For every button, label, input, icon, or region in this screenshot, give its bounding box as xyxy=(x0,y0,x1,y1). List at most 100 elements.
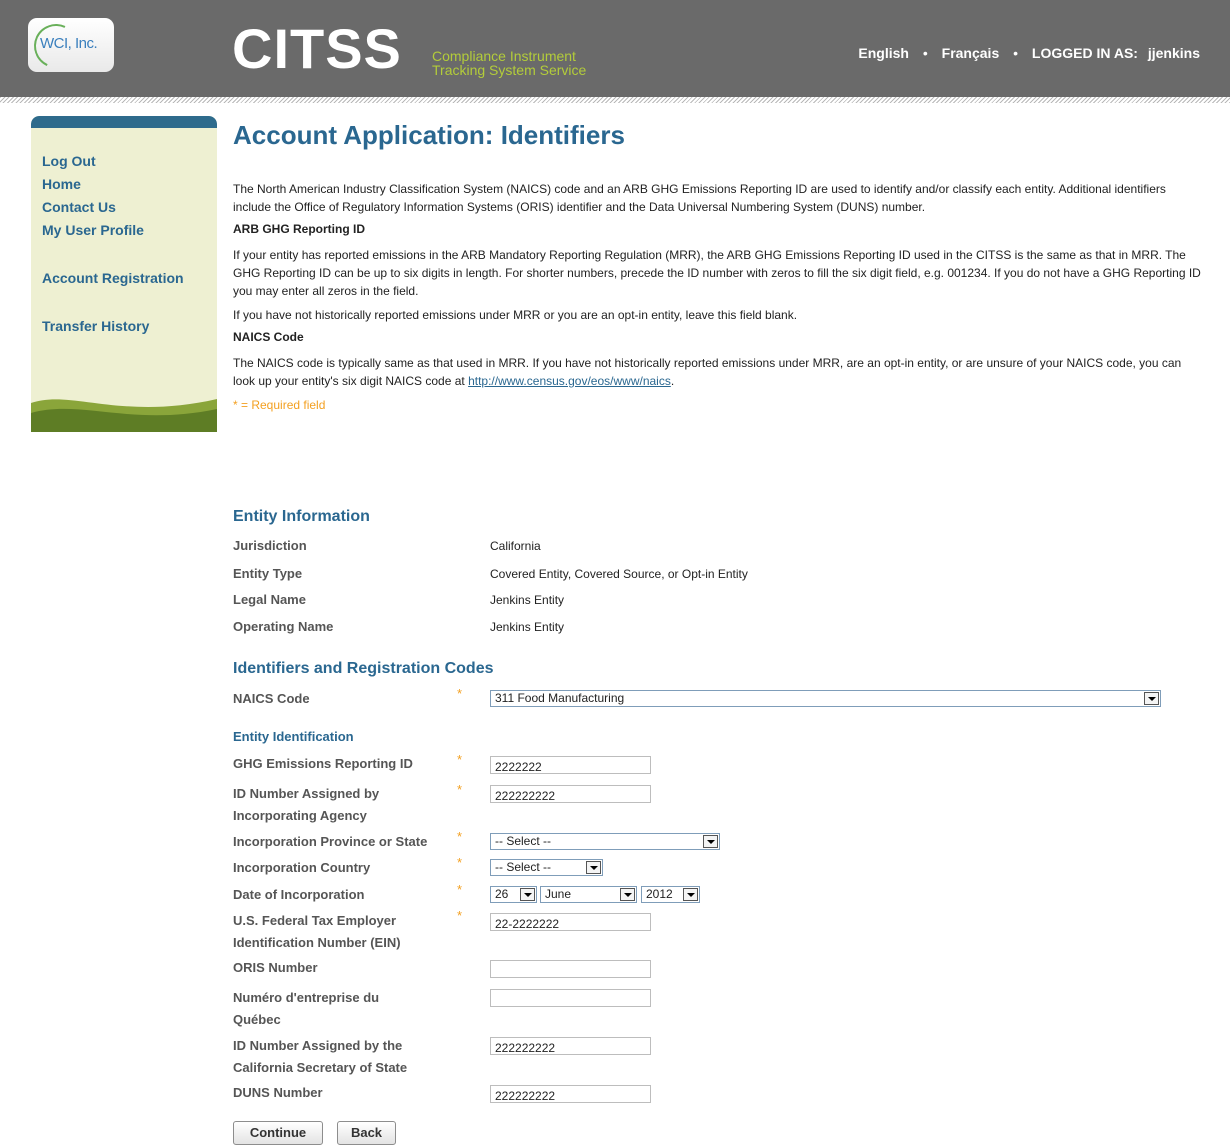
chevron-down-icon[interactable] xyxy=(1144,692,1159,705)
brand-title: CITSS xyxy=(232,17,402,80)
ghg-reporting-id-input[interactable] xyxy=(490,756,651,774)
naics-code-selected: 311 Food Manufacturing xyxy=(495,691,625,705)
sidebar: Log Out Home Contact Us My User Profile … xyxy=(31,116,217,432)
operating-name-label: Operating Name xyxy=(233,619,334,634)
ca-sos-label-line1: ID Number Assigned by the xyxy=(233,1038,403,1053)
ein-label-line1: U.S. Federal Tax Employer xyxy=(233,913,397,928)
entity-information-heading: Entity Information xyxy=(233,508,370,525)
entity-type-value: Covered Entity, Covered Source, or Opt-i… xyxy=(490,567,748,581)
sidebar-nav: Log Out Home Contact Us My User Profile … xyxy=(42,150,184,338)
chevron-down-icon[interactable] xyxy=(703,835,718,848)
incorporation-month-select[interactable]: June xyxy=(540,886,637,903)
incorporation-year-selected: 2012 xyxy=(646,887,673,901)
wci-logo[interactable]: WCI, Inc. xyxy=(27,17,114,75)
top-nav: English • Français • LOGGED IN AS: jjenk… xyxy=(858,45,1200,61)
country-select[interactable]: -- Select -- xyxy=(490,859,603,876)
required-star: * xyxy=(457,882,463,897)
ghg-paragraph: If your entity has reported emissions in… xyxy=(233,248,1201,298)
opt-in-paragraph: If you have not historically reported em… xyxy=(233,308,798,322)
incorporation-day-selected: 26 xyxy=(495,887,509,901)
quebec-label-line1: Numéro d'entreprise du xyxy=(233,990,380,1005)
intro-paragraph: The North American Industry Classificati… xyxy=(233,182,1166,214)
required-star: * xyxy=(457,752,463,767)
ca-sos-id-label: ID Number Assigned by the California Sec… xyxy=(233,1035,407,1079)
agency-id-label: ID Number Assigned by Incorporating Agen… xyxy=(233,783,379,827)
country-selected: -- Select -- xyxy=(495,860,552,874)
naics-code-select[interactable]: 311 Food Manufacturing xyxy=(490,690,1161,707)
naics-paragraph-text: The NAICS code is typically same as that… xyxy=(233,356,1182,388)
language-french-link[interactable]: Français xyxy=(942,45,1000,61)
ghg-section-heading: ARB GHG Reporting ID xyxy=(233,222,365,236)
agency-id-label-line2: Incorporating Agency xyxy=(233,808,367,823)
oris-number-input[interactable] xyxy=(490,960,651,978)
sidebar-item-log-out[interactable]: Log Out xyxy=(42,150,184,173)
province-state-selected: -- Select -- xyxy=(495,834,552,848)
incorporation-month-selected: June xyxy=(545,887,572,901)
ein-input[interactable] xyxy=(490,913,651,931)
site-header: WCI, Inc. CITSS Compliance Instrument Tr… xyxy=(0,0,1230,97)
required-field-note: * = Required field xyxy=(233,398,326,412)
legal-name-label: Legal Name xyxy=(233,592,306,607)
identifiers-heading: Identifiers and Registration Codes xyxy=(233,660,494,677)
required-star: * xyxy=(457,829,463,844)
ein-label: U.S. Federal Tax Employer Identification… xyxy=(233,910,401,954)
oris-number-label: ORIS Number xyxy=(233,960,318,975)
back-button[interactable]: Back xyxy=(337,1121,396,1145)
agency-id-input[interactable] xyxy=(490,785,651,803)
ca-sos-label-line2: California Secretary of State xyxy=(233,1060,408,1075)
naics-lookup-link[interactable]: http://www.census.gov/eos/www/naics xyxy=(468,374,671,388)
duns-number-input[interactable] xyxy=(490,1085,651,1103)
required-star: * xyxy=(457,908,463,923)
header-divider xyxy=(0,97,1230,103)
country-label: Incorporation Country xyxy=(233,860,371,875)
required-star: * xyxy=(457,686,463,701)
sidebar-item-account-registration[interactable]: Account Registration xyxy=(42,267,184,290)
jurisdiction-label: Jurisdiction xyxy=(233,538,307,553)
entity-type-label: Entity Type xyxy=(233,566,303,581)
sidebar-item-home[interactable]: Home xyxy=(42,173,184,196)
quebec-enterprise-number-input[interactable] xyxy=(490,989,651,1007)
chevron-down-icon[interactable] xyxy=(683,888,698,901)
province-state-label: Incorporation Province or State xyxy=(233,834,428,849)
naics-code-label: NAICS Code xyxy=(233,691,310,706)
page-title: Account Application: Identifiers xyxy=(233,120,625,150)
operating-name-value: Jenkins Entity xyxy=(490,620,565,634)
naics-paragraph-end: . xyxy=(670,374,675,388)
quebec-label-line2: Québec xyxy=(233,1012,281,1027)
ca-sos-id-input[interactable] xyxy=(490,1037,651,1055)
entity-identification-heading: Entity Identification xyxy=(233,729,354,744)
ein-label-line2: Identification Number (EIN) xyxy=(233,935,401,950)
province-state-select[interactable]: -- Select -- xyxy=(490,833,720,850)
duns-number-label: DUNS Number xyxy=(233,1085,323,1100)
chevron-down-icon[interactable] xyxy=(520,888,535,901)
continue-button[interactable]: Continue xyxy=(233,1121,323,1145)
brand-subtitle: Compliance Instrument Tracking System Se… xyxy=(432,49,586,77)
legal-name-value: Jenkins Entity xyxy=(490,593,565,607)
chevron-down-icon[interactable] xyxy=(620,888,635,901)
sidebar-wave-decoration xyxy=(31,399,217,432)
main-content: Account Application: Identifiers The Nor… xyxy=(233,118,1203,414)
nav-separator: • xyxy=(922,45,928,61)
language-english-link[interactable]: English xyxy=(858,45,909,61)
sidebar-item-contact-us[interactable]: Contact Us xyxy=(42,196,184,219)
incorporation-day-select[interactable]: 26 xyxy=(490,886,537,903)
chevron-down-icon[interactable] xyxy=(586,861,601,874)
logged-in-label: LOGGED IN AS: xyxy=(1031,45,1138,61)
brand-subtitle-line1: Compliance Instrument xyxy=(432,48,576,64)
naics-paragraph: The NAICS code is typically same as that… xyxy=(233,354,1203,390)
logo-text: WCI, Inc. xyxy=(40,35,98,52)
sidebar-top-bar xyxy=(31,116,217,128)
required-star: * xyxy=(457,855,463,870)
agency-id-label-line1: ID Number Assigned by xyxy=(233,786,380,801)
brand-subtitle-line2: Tracking System Service xyxy=(432,62,587,78)
incorporation-year-select[interactable]: 2012 xyxy=(641,886,700,903)
incorporation-date-label: Date of Incorporation xyxy=(233,887,365,902)
jurisdiction-value: California xyxy=(490,539,541,553)
required-star: * xyxy=(457,782,463,797)
sidebar-item-transfer-history[interactable]: Transfer History xyxy=(42,315,184,338)
quebec-enterprise-number-label: Numéro d'entreprise du Québec xyxy=(233,987,379,1031)
ghg-reporting-id-label: GHG Emissions Reporting ID xyxy=(233,756,413,771)
nav-separator: • xyxy=(1013,45,1019,61)
username-link[interactable]: jjenkins xyxy=(1148,45,1200,61)
sidebar-item-my-user-profile[interactable]: My User Profile xyxy=(42,219,184,242)
